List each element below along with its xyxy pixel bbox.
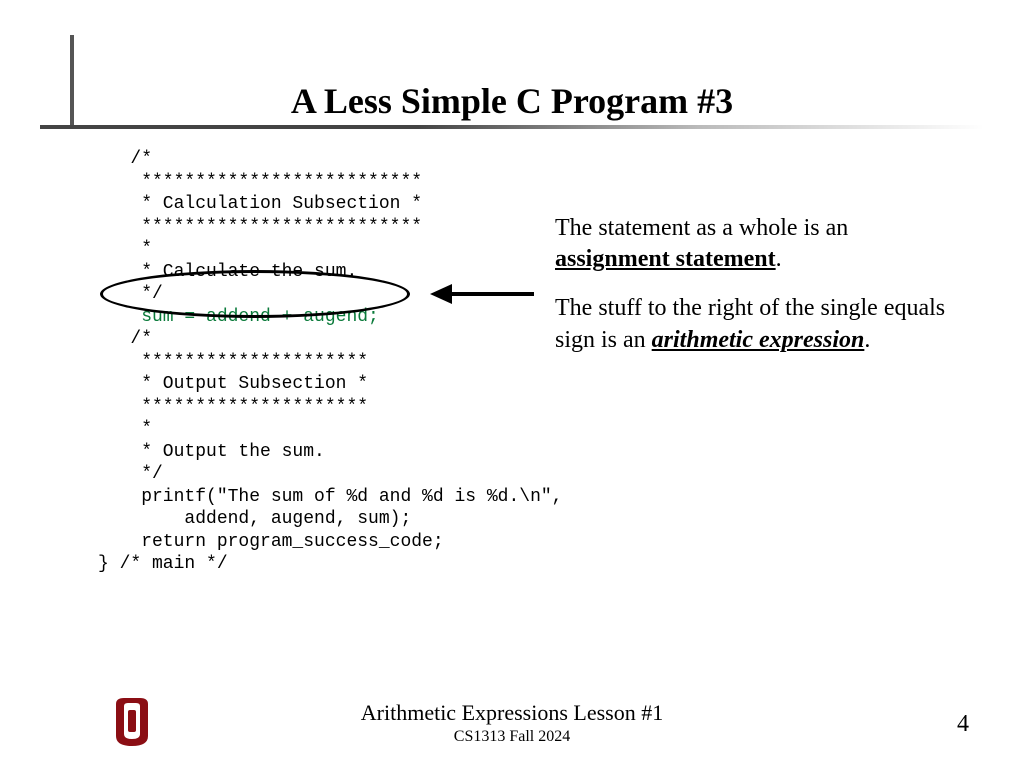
code-line: /* bbox=[98, 149, 152, 169]
code-line: /* bbox=[98, 329, 152, 349]
code-line: ************************** bbox=[98, 172, 422, 192]
arrow-line bbox=[448, 292, 534, 296]
code-line: * Output the sum. bbox=[98, 442, 325, 462]
code-line: addend, augend, sum); bbox=[98, 509, 411, 529]
text-run: . bbox=[864, 327, 870, 353]
text-run: . bbox=[776, 246, 782, 272]
slide-footer: Arithmetic Expressions Lesson #1 CS1313 … bbox=[0, 700, 1024, 746]
page-number: 4 bbox=[957, 711, 969, 738]
arrow-head-icon bbox=[430, 284, 452, 304]
code-line-highlighted: sum = addend + augend; bbox=[98, 307, 379, 327]
term-arithmetic-expression: arithmetic expression bbox=[652, 327, 865, 353]
code-line: } /* main */ bbox=[98, 554, 228, 574]
title-region: A Less Simple C Program #3 bbox=[40, 35, 984, 135]
footer-title: Arithmetic Expressions Lesson #1 bbox=[0, 700, 1024, 726]
explanation-p1: The statement as a whole is an assignmen… bbox=[555, 213, 965, 275]
code-line: printf("The sum of %d and %d is %d.\n", bbox=[98, 487, 562, 507]
code-line: * Calculate the sum. bbox=[98, 262, 357, 282]
code-line: */ bbox=[98, 284, 163, 304]
annotation-arrow bbox=[430, 289, 530, 299]
code-line: * Output Subsection * bbox=[98, 374, 368, 394]
slide-title: A Less Simple C Program #3 bbox=[40, 80, 984, 122]
code-line: * bbox=[98, 419, 152, 439]
code-line: * Calculation Subsection * bbox=[98, 194, 422, 214]
code-line: return program_success_code; bbox=[98, 532, 444, 552]
code-line: ************************** bbox=[98, 217, 422, 237]
explanation-text: The statement as a whole is an assignmen… bbox=[555, 213, 965, 374]
footer-subtitle: CS1313 Fall 2024 bbox=[0, 728, 1024, 746]
code-line: * bbox=[98, 239, 152, 259]
code-block: /* ************************** * Calculat… bbox=[98, 148, 562, 576]
code-line: ********************* bbox=[98, 352, 368, 372]
text-run: The statement as a whole is an bbox=[555, 215, 848, 241]
decorative-hline bbox=[40, 125, 984, 129]
code-line: ********************* bbox=[98, 397, 368, 417]
code-line: */ bbox=[98, 464, 163, 484]
term-assignment-statement: assignment statement bbox=[555, 246, 776, 272]
explanation-p2: The stuff to the right of the single equ… bbox=[555, 293, 965, 355]
